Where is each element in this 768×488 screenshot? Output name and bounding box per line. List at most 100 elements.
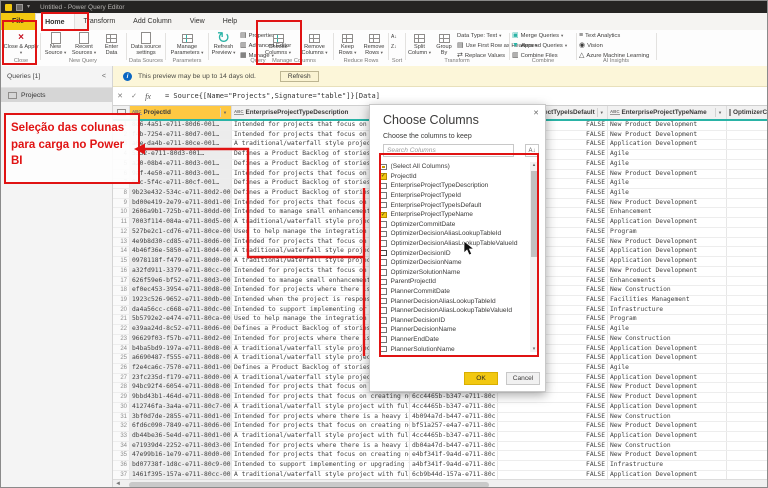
- cell[interactable]: [727, 451, 767, 460]
- cell[interactable]: [727, 432, 767, 441]
- cell[interactable]: 27: [113, 373, 130, 383]
- cell[interactable]: Intended for projects that focus on crea…: [232, 451, 410, 461]
- table-row[interactable]: 31 3bf0d7de-2855-e711-80d1-001… Intended f…: [113, 412, 767, 423]
- cell[interactable]: Application Development: [608, 402, 727, 412]
- table-row[interactable]: 37 1461f395-157a-e711-80cc-001… A traditio…: [113, 470, 767, 479]
- cell[interactable]: f2e4ca6c-7570-e711-80d1-001…: [130, 363, 232, 373]
- cell[interactable]: 2606a9b1-725b-e711-80dd-001…: [130, 208, 232, 218]
- column-item[interactable]: OptimizerDecisionAliasLookupTableId: [380, 229, 538, 239]
- tab-file[interactable]: File: [1, 13, 36, 30]
- cell[interactable]: 11: [113, 218, 130, 227]
- column-item[interactable]: PlannerDecisionID: [380, 316, 538, 326]
- cell[interactable]: [727, 140, 767, 149]
- cell[interactable]: 6fd6c090-7849-e711-80d6-001…: [130, 422, 232, 431]
- keep-rows-button[interactable]: Keep Rows ▾: [335, 31, 360, 56]
- cell[interactable]: FALSE: [498, 461, 608, 470]
- data-type-button[interactable]: Data Type: Text ▾: [457, 31, 501, 40]
- checkbox-icon[interactable]: [380, 336, 387, 343]
- cell[interactable]: bd07738f-1d8c-e711-80c9-001…: [130, 461, 232, 470]
- cell[interactable]: Agile: [608, 325, 727, 334]
- cell[interactable]: Agile: [608, 179, 727, 189]
- cell[interactable]: [727, 199, 767, 208]
- append-queries-button[interactable]: ▼ Append Queries ▾: [512, 41, 567, 50]
- refresh-button[interactable]: Refresh: [279, 70, 319, 82]
- group-by-button[interactable]: Group By: [433, 31, 455, 56]
- cell[interactable]: Agile: [608, 159, 727, 169]
- dialog-scrollbar-thumb[interactable]: [531, 171, 537, 257]
- cell[interactable]: 9: [113, 198, 130, 208]
- cell[interactable]: Facilities Management: [608, 295, 727, 305]
- checkbox-icon[interactable]: [380, 345, 387, 353]
- cell[interactable]: a0e-da4b-e711-80ce-001…: [130, 140, 232, 150]
- cell[interactable]: 0ec-5f4c-e711-80cf-001…: [130, 179, 232, 189]
- cell[interactable]: Intended for projects that focus on crea…: [232, 422, 410, 431]
- cell[interactable]: Application Development: [608, 140, 727, 150]
- cell[interactable]: [727, 218, 767, 227]
- cell[interactable]: Intended for projects that focus on crea…: [232, 393, 410, 402]
- ok-button[interactable]: OK: [464, 372, 498, 385]
- cell[interactable]: 0978118f-f479-e711-80d0-001…: [130, 257, 232, 266]
- cell[interactable]: New Construction: [608, 441, 727, 451]
- cell[interactable]: New Product Development: [608, 237, 727, 247]
- cell[interactable]: Agile: [608, 189, 727, 198]
- cell[interactable]: 36: [113, 461, 130, 470]
- cell[interactable]: 31: [113, 412, 130, 422]
- cell[interactable]: bf51a257-e4a7-e711-80c: [410, 422, 498, 431]
- cell[interactable]: [727, 422, 767, 431]
- split-column-button[interactable]: Split Column ▾: [407, 31, 432, 56]
- cell[interactable]: Agile: [608, 150, 727, 159]
- cell[interactable]: New Product Development: [608, 393, 727, 402]
- cell[interactable]: Program: [608, 227, 727, 237]
- cell[interactable]: e4bf341f-9a4d-e711-80c: [410, 451, 498, 461]
- cell[interactable]: 21: [113, 315, 130, 325]
- cancel-button[interactable]: Cancel: [506, 372, 540, 385]
- cell[interactable]: [727, 461, 767, 470]
- column-item[interactable]: PlannerDecisionAliasLookupTableValueId: [380, 306, 538, 316]
- cell[interactable]: 9b23e432-534c-e711-80d2-001…: [130, 189, 232, 198]
- checkbox-icon[interactable]: [380, 249, 387, 257]
- cell[interactable]: 19: [113, 295, 130, 305]
- cell[interactable]: [727, 160, 767, 169]
- cell[interactable]: 4b46f36e-5850-e711-80d4-001…: [130, 247, 232, 257]
- cell[interactable]: [727, 345, 767, 354]
- checkbox-icon[interactable]: [380, 297, 387, 305]
- cell[interactable]: 4b094a7d-b447-e711-80c: [410, 412, 498, 422]
- column-item[interactable]: PlannerSolutionName: [380, 344, 538, 354]
- cell[interactable]: [727, 306, 767, 315]
- cell[interactable]: [727, 170, 767, 179]
- column-item[interactable]: EnterpriseProjectTypeId: [380, 191, 538, 201]
- formula-input[interactable]: = Source{[Name="Projects",Signature="tab…: [165, 92, 380, 100]
- cell[interactable]: 14: [113, 247, 130, 257]
- cell[interactable]: Agile: [608, 363, 727, 373]
- column-header-projectid[interactable]: ABC ProjectId ▾: [130, 106, 232, 119]
- checkbox-icon[interactable]: [380, 269, 387, 276]
- checkbox-icon[interactable]: [380, 288, 387, 295]
- cell[interactable]: a20-08b4-e711-80d3-001…: [130, 159, 232, 169]
- cell[interactable]: bd00e419-2e79-e711-80d1-001…: [130, 198, 232, 208]
- cell[interactable]: [727, 442, 767, 451]
- scroll-up-icon[interactable]: ▴: [530, 162, 538, 168]
- cell[interactable]: New Product Development: [608, 422, 727, 431]
- cell[interactable]: 6cb9b44d-157a-e711-80c: [410, 470, 498, 479]
- cell[interactable]: [727, 315, 767, 324]
- cell[interactable]: New Product Development: [608, 383, 727, 393]
- cell[interactable]: 18: [113, 286, 130, 295]
- cell[interactable]: Application Development: [608, 344, 727, 354]
- recent-sources-button[interactable]: Recent Sources ▾: [70, 31, 98, 56]
- cell[interactable]: 4e9b8d30-cd85-e711-80d6-001…: [130, 237, 232, 247]
- cell[interactable]: Enhancements: [608, 276, 727, 286]
- cell[interactable]: [727, 150, 767, 159]
- cell[interactable]: 4cc4465b-b347-e711-80c: [410, 432, 498, 441]
- collapse-panel-icon[interactable]: <: [102, 73, 106, 80]
- cell[interactable]: [727, 374, 767, 383]
- checkbox-icon[interactable]: [380, 230, 387, 238]
- cell[interactable]: 25: [113, 354, 130, 363]
- checkbox-icon[interactable]: [380, 278, 387, 286]
- commit-formula-icon[interactable]: ✓: [127, 92, 141, 100]
- dialog-scrollbar[interactable]: ▴ ▾: [530, 162, 538, 352]
- cell[interactable]: 7003f114-084a-e711-80d5-001…: [130, 218, 232, 227]
- cell[interactable]: Application Development: [608, 373, 727, 383]
- cell[interactable]: 3bf0d7de-2855-e711-80d1-001…: [130, 412, 232, 422]
- checkbox-icon[interactable]: [380, 259, 387, 266]
- column-item[interactable]: PlannerEndDate: [380, 335, 538, 345]
